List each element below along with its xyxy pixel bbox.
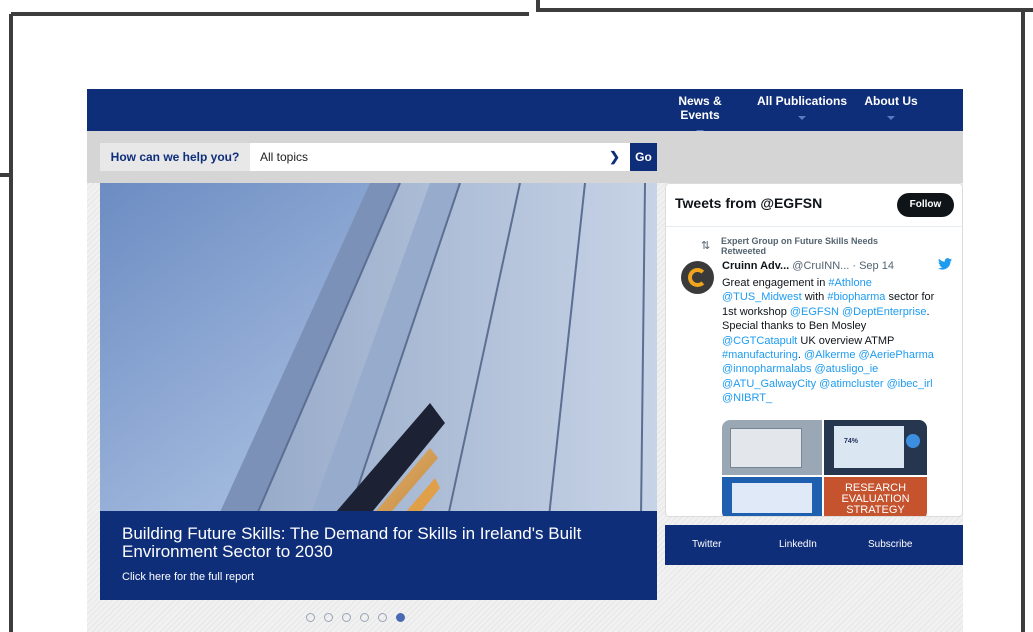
tweet-photo-4[interactable]: RESEARCH EVALUATION STRATEGY (824, 477, 927, 516)
frame-border-top-right-h (536, 8, 1033, 12)
nav-all-publications-label: All Publications (757, 94, 848, 108)
nav-all-publications[interactable]: All Publications (757, 94, 847, 120)
mention-link[interactable]: @DeptEnterprise (842, 306, 927, 318)
tweet-text: Great engagement in #Athlone @TUS_Midwes… (722, 276, 938, 406)
tweet-header: Cruinn Adv... @CruINN... · Sep 14 (722, 260, 894, 272)
search-bar: How can we help you? All topics ❯ Go (87, 131, 963, 183)
hero-carousel[interactable]: Building Future Skills: The Demand for S… (100, 183, 657, 600)
frame-border-left (9, 14, 13, 632)
carousel-dot-2[interactable] (324, 613, 333, 622)
caret-down-icon (798, 116, 806, 120)
go-button[interactable]: Go (630, 143, 657, 171)
mention-link[interactable]: @ATU_GalwayCity (722, 378, 816, 390)
topic-select[interactable]: All topics ❯ (250, 143, 630, 171)
carousel-dot-6-active[interactable] (396, 613, 405, 622)
tweet-photo-4-line3: STRATEGY (846, 504, 905, 516)
social-links-bar: Twitter LinkedIn Subscribe (665, 525, 963, 565)
search-label: How can we help you? (100, 143, 250, 171)
linkedin-link[interactable]: LinkedIn (779, 539, 817, 550)
tweet-photo-3[interactable] (722, 477, 822, 516)
mention-link[interactable]: @EGFSN (790, 306, 839, 318)
twitter-link[interactable]: Twitter (692, 539, 721, 550)
chevron-down-icon: ❯ (609, 149, 620, 164)
top-nav-bar: News & Events All Publications About Us (87, 89, 963, 134)
mention-link[interactable]: @CGTCatapult (722, 335, 797, 347)
nav-about-us-label: About Us (864, 94, 918, 108)
frame-border-left-stub (0, 173, 12, 177)
carousel-dot-4[interactable] (360, 613, 369, 622)
mention-link[interactable]: @atusligo_ie (815, 363, 879, 375)
caret-down-icon (887, 116, 895, 120)
mention-link[interactable]: @NIBRT_ (722, 392, 772, 404)
tweet-text-part: UK overview ATMP (797, 334, 895, 347)
carousel-dot-5[interactable] (378, 613, 387, 622)
nav-news-events[interactable]: News & Events (659, 94, 741, 134)
hashtag-link[interactable]: #manufacturing (722, 349, 798, 361)
website: News & Events All Publications About Us … (87, 89, 963, 632)
tweet-author-name[interactable]: Cruinn Adv... (722, 260, 789, 272)
nav-news-events-label: News & Events (678, 94, 722, 122)
tweet-photo-2-pct: 74% (844, 438, 859, 445)
mention-link[interactable]: @AeriePharma (859, 349, 934, 361)
avatar[interactable] (681, 261, 714, 294)
hashtag-link[interactable]: #Athlone (828, 277, 871, 289)
retweet-icon: ⇅ (701, 240, 711, 252)
twitter-timeline: Tweets from @EGFSN Follow ⇅ Expert Group… (665, 183, 963, 517)
frame-border-top-left (11, 12, 529, 16)
carousel-dot-1[interactable] (306, 613, 315, 622)
mention-link[interactable]: @innopharmalabs (722, 363, 811, 375)
carousel-dots (306, 613, 405, 627)
mention-link[interactable]: @Alkerme (804, 349, 856, 361)
tweet-media-grid[interactable]: 74% RESEARCH EVALUATION STRATEGY (722, 420, 927, 516)
frame-border-right (1021, 8, 1025, 632)
follow-button[interactable]: Follow (897, 193, 954, 217)
mention-link[interactable]: @TUS_Midwest (722, 291, 802, 303)
tweet-text-part: Great engagement in (722, 277, 829, 289)
hashtag-link[interactable]: #biopharma (827, 291, 885, 303)
hero-report-link[interactable]: Click here for the full report (122, 571, 254, 583)
twitter-timeline-title: Tweets from @EGFSN (675, 195, 823, 211)
topic-select-value: All topics (260, 150, 309, 164)
hero-caption[interactable]: Building Future Skills: The Demand for S… (100, 511, 657, 600)
tweet-text-part: with (801, 291, 828, 304)
mention-link[interactable]: @ibec_irl (887, 378, 933, 390)
twitter-bird-icon[interactable] (938, 258, 952, 270)
mention-link[interactable]: @atimcluster (819, 378, 883, 390)
hero-title[interactable]: Building Future Skills: The Demand for S… (122, 525, 642, 561)
retweet-notice[interactable]: Expert Group on Future Skills Needs Retw… (721, 236, 921, 256)
carousel-dot-3[interactable] (342, 613, 351, 622)
tweet-date[interactable]: · Sep 14 (852, 260, 894, 272)
tweet-photo-2[interactable]: 74% (824, 420, 927, 475)
tweet-photo-1[interactable] (722, 420, 822, 475)
tweet-author-handle[interactable]: @CruINN... (792, 260, 849, 272)
nav-about-us[interactable]: About Us (863, 94, 919, 120)
cruinn-logo-icon (688, 268, 707, 287)
subscribe-link[interactable]: Subscribe (868, 539, 912, 550)
divider (666, 226, 962, 227)
